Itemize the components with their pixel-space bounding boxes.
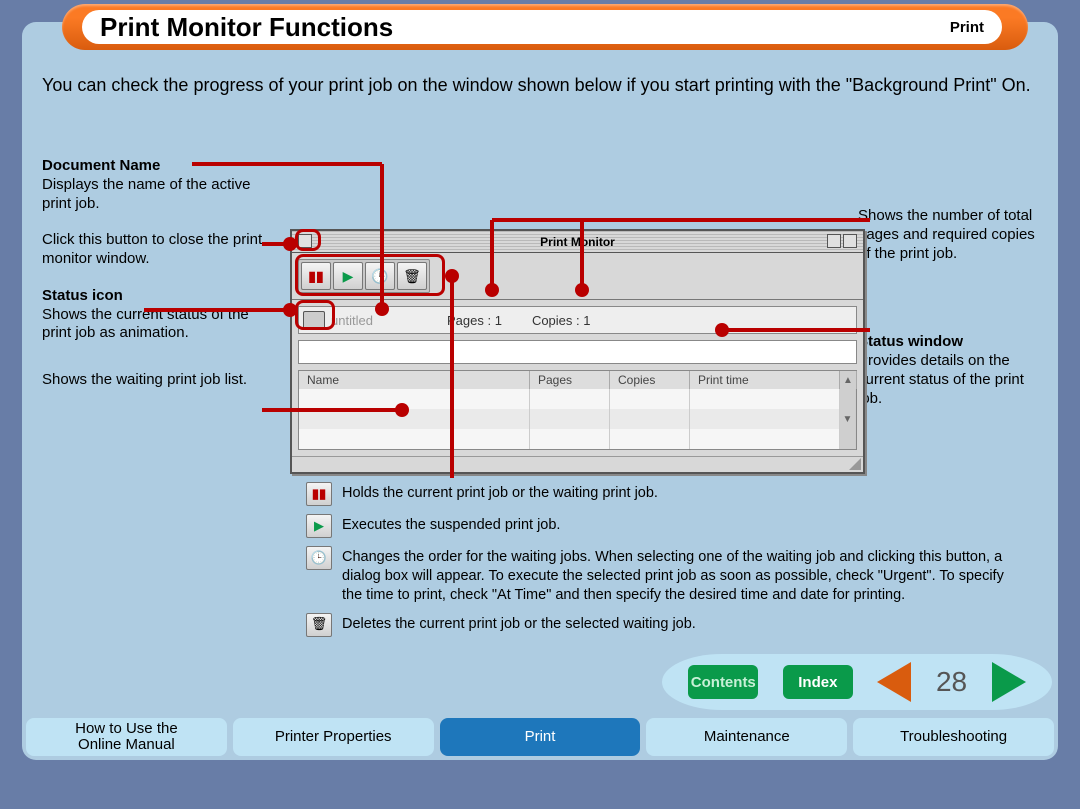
page-title: Print Monitor Functions [100,12,393,43]
footer-nav: Contents Index 28 [662,654,1052,710]
tab-print[interactable]: Print [440,718,641,756]
pause-icon: ▮▮ [312,486,326,503]
legend-pause-button: ▮▮ [306,482,332,506]
contents-button[interactable]: Contents [688,665,758,699]
clock-icon: 🕒 [311,550,327,567]
bottom-tabs: How to Use theOnline Manual Printer Prop… [22,714,1058,760]
section-label: Print [950,19,984,36]
annotation-lines [22,22,1058,492]
page-number: 28 [936,666,967,698]
next-page-arrow[interactable] [992,662,1026,702]
play-icon: ▶ [314,518,324,535]
tab-maintenance[interactable]: Maintenance [646,718,847,756]
legend-trash-text: Deletes the current print job or the sel… [342,613,696,634]
legend-clock-text: Changes the order for the waiting jobs. … [342,546,1028,605]
legend-trash-button: 🗑 [306,613,332,637]
legend-play-text: Executes the suspended print job. [342,514,560,535]
tab-how-to-use[interactable]: How to Use theOnline Manual [26,718,227,756]
page-body: Print Monitor Functions Print You can ch… [22,22,1058,760]
tab-printer-properties[interactable]: Printer Properties [233,718,434,756]
index-button[interactable]: Index [783,665,853,699]
legend-play-button: ▶ [306,514,332,538]
title-chip: Print Monitor Functions Print [82,10,1002,44]
title-bar: Print Monitor Functions Print [62,4,1028,50]
toolbar-legend: ▮▮ Holds the current print job or the wa… [306,482,1028,645]
prev-page-arrow[interactable] [877,662,911,702]
legend-pause-text: Holds the current print job or the waiti… [342,482,658,503]
trash-icon: 🗑 [311,616,328,633]
page-frame: Print Monitor Functions Print You can ch… [0,0,1080,809]
legend-clock-button: 🕒 [306,546,332,570]
tab-troubleshooting[interactable]: Troubleshooting [853,718,1054,756]
